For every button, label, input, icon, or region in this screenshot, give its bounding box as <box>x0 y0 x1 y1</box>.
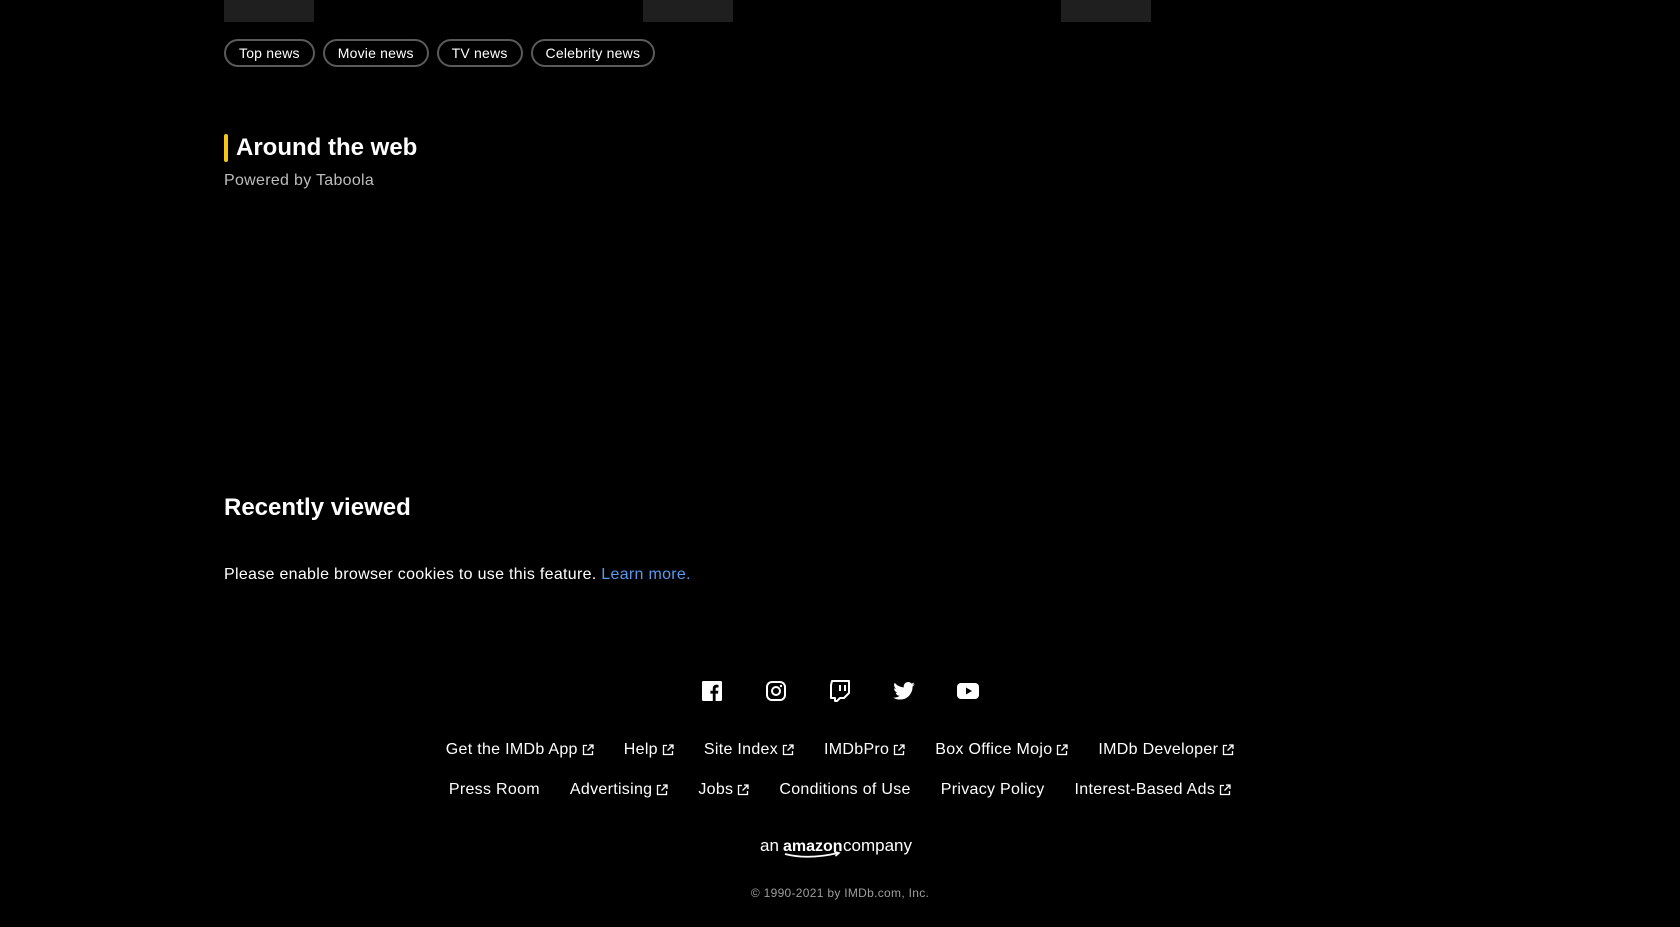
twitch-icon[interactable] <box>829 680 851 702</box>
social-links <box>0 680 1680 702</box>
amazon-company-logo[interactable]: an amazon company <box>0 835 1680 859</box>
footer-links-primary: Get the IMDb App Help Site Index IMDbPro… <box>0 741 1680 759</box>
footer-links-secondary: Press Room Advertising Jobs Conditions o… <box>0 781 1680 799</box>
footer-link-label: IMDbPro <box>824 741 890 758</box>
around-the-web-title: Around the web <box>236 134 418 161</box>
external-link-icon <box>1219 784 1231 796</box>
instagram-icon[interactable] <box>765 680 787 702</box>
chip-celebrity-news[interactable]: Celebrity news <box>530 39 656 67</box>
twitter-icon[interactable] <box>893 680 915 702</box>
facebook-icon[interactable] <box>701 680 723 702</box>
news-thumbnail[interactable] <box>1061 0 1151 22</box>
footer-link-label: Help <box>623 741 658 758</box>
news-thumbnail[interactable] <box>224 0 314 22</box>
news-thumbnail[interactable] <box>643 0 733 22</box>
svg-text:company: company <box>843 836 912 855</box>
external-link-icon <box>582 744 594 756</box>
svg-text:amazon: amazon <box>783 838 843 855</box>
chip-top-news[interactable]: Top news <box>224 39 315 67</box>
news-category-chips: Top news Movie news TV news Celebrity ne… <box>224 39 656 67</box>
footer-link-imdb-app[interactable]: Get the IMDb App <box>446 741 594 759</box>
footer-link-label: Advertising <box>569 781 653 798</box>
footer-link-help[interactable]: Help <box>624 741 674 759</box>
youtube-icon[interactable] <box>957 680 979 702</box>
footer-link-site-index[interactable]: Site Index <box>704 741 794 759</box>
section-accent-bar <box>224 134 228 162</box>
footer-link-label: Site Index <box>703 741 779 758</box>
footer-link-imdbpro[interactable]: IMDbPro <box>824 741 905 759</box>
cookie-message: Please enable browser cookies to use thi… <box>224 566 597 583</box>
footer-link-imdb-developer[interactable]: IMDb Developer <box>1098 741 1234 759</box>
external-link-icon <box>662 744 674 756</box>
taboola-credit: Powered by Taboola <box>224 172 375 189</box>
recently-viewed-title: Recently viewed <box>224 494 411 521</box>
external-link-icon <box>1057 744 1069 756</box>
amazon-logo-icon: an amazon company <box>760 836 912 858</box>
footer-link-interest-based-ads[interactable]: Interest-Based Ads <box>1075 781 1232 799</box>
footer-link-label: Jobs <box>698 781 734 798</box>
chip-tv-news[interactable]: TV news <box>436 39 523 67</box>
recently-viewed-message: Please enable browser cookies to use thi… <box>224 566 691 584</box>
chip-movie-news[interactable]: Movie news <box>322 39 429 67</box>
copyright-notice: © 1990-2021 by IMDb.com, Inc. <box>750 886 930 900</box>
footer-link-label: Press Room <box>448 781 540 798</box>
external-link-icon <box>782 744 794 756</box>
footer-link-label: Interest-Based Ads <box>1074 781 1216 798</box>
external-link-icon <box>1223 744 1234 756</box>
svg-text:an: an <box>760 836 779 855</box>
learn-more-link[interactable]: Learn more. <box>601 566 691 583</box>
footer-link-label: Box Office Mojo <box>935 741 1053 758</box>
footer-link-box-office-mojo[interactable]: Box Office Mojo <box>935 741 1069 759</box>
external-link-icon <box>657 784 669 796</box>
external-link-icon <box>738 784 750 796</box>
footer-link-label: Privacy Policy <box>940 781 1045 798</box>
around-the-web-header: Around the web <box>224 134 417 162</box>
footer-link-jobs[interactable]: Jobs <box>698 781 750 799</box>
footer-link-label: IMDb Developer <box>1098 741 1219 758</box>
footer-link-advertising[interactable]: Advertising <box>569 781 669 799</box>
footer-link-press-room[interactable]: Press Room <box>449 781 540 799</box>
footer-link-label: Get the IMDb App <box>445 741 578 758</box>
external-link-icon <box>894 744 905 756</box>
footer-link-label: Conditions of Use <box>779 781 911 798</box>
footer-link-conditions-of-use[interactable]: Conditions of Use <box>779 781 910 799</box>
footer-link-privacy-policy[interactable]: Privacy Policy <box>941 781 1045 799</box>
